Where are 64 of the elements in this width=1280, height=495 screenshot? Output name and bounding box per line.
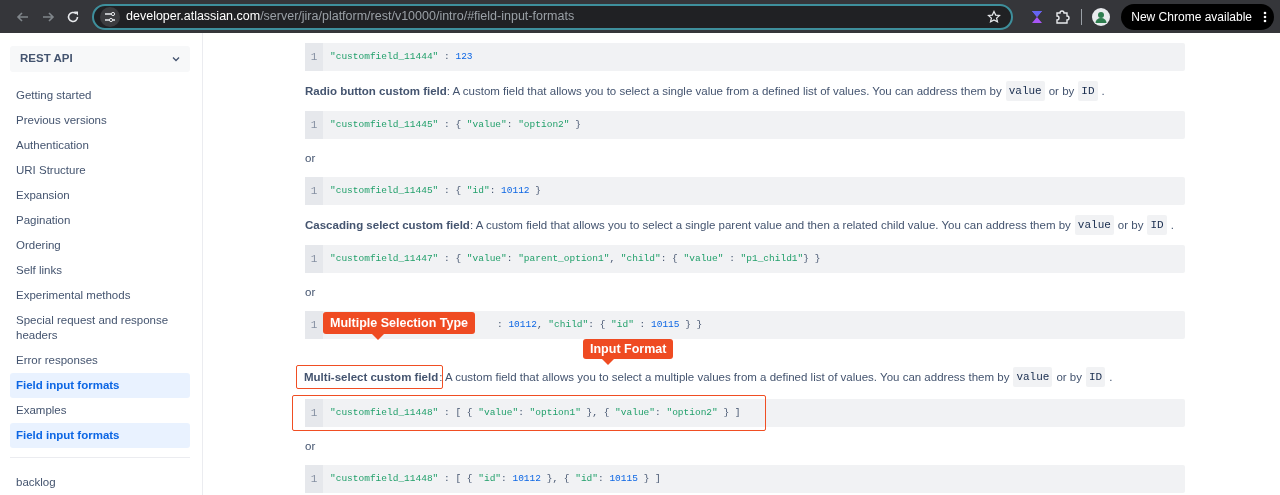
address-bar[interactable]: developer.atlassian.com/server/jira/platform/rest/v10000/intro/#field-input-formats: [92, 3, 1013, 30]
separator-text: or: [305, 286, 316, 298]
inline-code: ID: [1086, 367, 1106, 387]
forward-arrow-icon[interactable]: [41, 9, 55, 24]
sidebar-item[interactable]: URI Structure: [10, 158, 190, 183]
bookmark-star-icon[interactable]: [986, 9, 1001, 24]
sidebar-item[interactable]: Authentication: [10, 133, 190, 158]
site-settings-icon[interactable]: [104, 10, 117, 23]
code-line: : 10112, "child": { "id" : 10115 } }: [497, 317, 703, 332]
section-dropdown[interactable]: REST API: [10, 46, 190, 72]
avatar-icon[interactable]: [1091, 7, 1110, 26]
chevron-down-icon: [172, 56, 180, 63]
inline-code: value: [1013, 367, 1053, 387]
reload-icon[interactable]: [66, 9, 81, 24]
code-line: "customfield_11445" : { "id": 10112 }: [329, 183, 541, 198]
line-number: 1: [305, 43, 323, 71]
sidebar-item[interactable]: backlog: [10, 470, 190, 495]
sidebar-item[interactable]: Expansion: [10, 183, 190, 208]
sidebar-item[interactable]: Error responses: [10, 348, 190, 373]
url-text: developer.atlassian.com/server/jira/platform/rest/v10000/intro/#field-input-formats: [126, 8, 575, 26]
sidebar-item[interactable]: Special request and response headers: [10, 308, 190, 348]
separator-text: or: [305, 152, 316, 164]
sidebar-item[interactable]: Examples: [10, 398, 190, 423]
separator-text: or: [305, 440, 316, 452]
inline-code: value: [1074, 215, 1114, 235]
inline-code: value: [1005, 81, 1045, 101]
puzzle-icon[interactable]: [1054, 8, 1071, 25]
callout-pointer: [372, 334, 384, 340]
line-number: 1: [305, 465, 323, 493]
line-number: 1: [305, 177, 323, 205]
update-button[interactable]: New Chrome available: [1121, 3, 1274, 30]
sidebar-item[interactable]: Ordering: [10, 233, 190, 258]
paragraph-text: .: [1101, 84, 1105, 99]
paragraph-text: .: [1170, 218, 1174, 233]
sidebar-item[interactable]: Experimental methods: [10, 283, 190, 308]
field-term: Radio button custom field: [305, 84, 447, 99]
line-number: 1: [305, 311, 323, 339]
inline-code: ID: [1147, 215, 1167, 235]
field-term: Multi-select custom field: [304, 371, 439, 383]
field-term: Cascading select custom field: [305, 218, 470, 233]
code-line: "customfield_11448" : [ { "value": "option1" }, { "value": "option2" } ]: [329, 405, 741, 420]
paragraph-text: : A custom field that allows you to select a single parent value and then a related child value. You can address them by: [469, 218, 1071, 233]
paragraph-text: .: [1109, 370, 1113, 385]
sidebar-item[interactable]: Previous versions: [10, 108, 190, 133]
back-arrow-icon[interactable]: [15, 9, 30, 24]
code-line: "customfield_11448" : [ { "id": 10112 }, { "id": 10115 } ]: [329, 471, 661, 486]
paragraph-text: or by: [1117, 218, 1144, 233]
line-number: 1: [305, 245, 323, 273]
paragraph-text: or by: [1048, 84, 1075, 99]
sidebar-item[interactable]: Field input formats: [10, 373, 190, 398]
sidebar-item[interactable]: Field input formats: [10, 423, 190, 448]
sidebar-item[interactable]: Pagination: [10, 208, 190, 233]
callout-pointer: [602, 359, 614, 365]
line-number: 1: [305, 111, 323, 139]
sidebar-item[interactable]: Self links: [10, 258, 190, 283]
paragraph-text: : A custom field that allows you to select a multiple values from a defined list of values. You can address them by: [439, 370, 1010, 385]
code-line: "customfield_11447" : { "value": "parent_option1", "child": { "value" : "p1_child1"} }: [329, 251, 821, 266]
sidebar-item[interactable]: Getting started: [10, 83, 190, 108]
paragraph-text: or by: [1056, 370, 1082, 385]
line-number: 1: [305, 399, 323, 427]
inline-code: ID: [1078, 81, 1098, 101]
code-line: "customfield_11444" : 123: [329, 49, 473, 64]
code-line: "customfield_11445" : { "value": "option2" }: [329, 117, 581, 132]
paragraph-text: : A custom field that allows you to select a single value from a defined list of values. You can address them by: [446, 84, 1002, 99]
